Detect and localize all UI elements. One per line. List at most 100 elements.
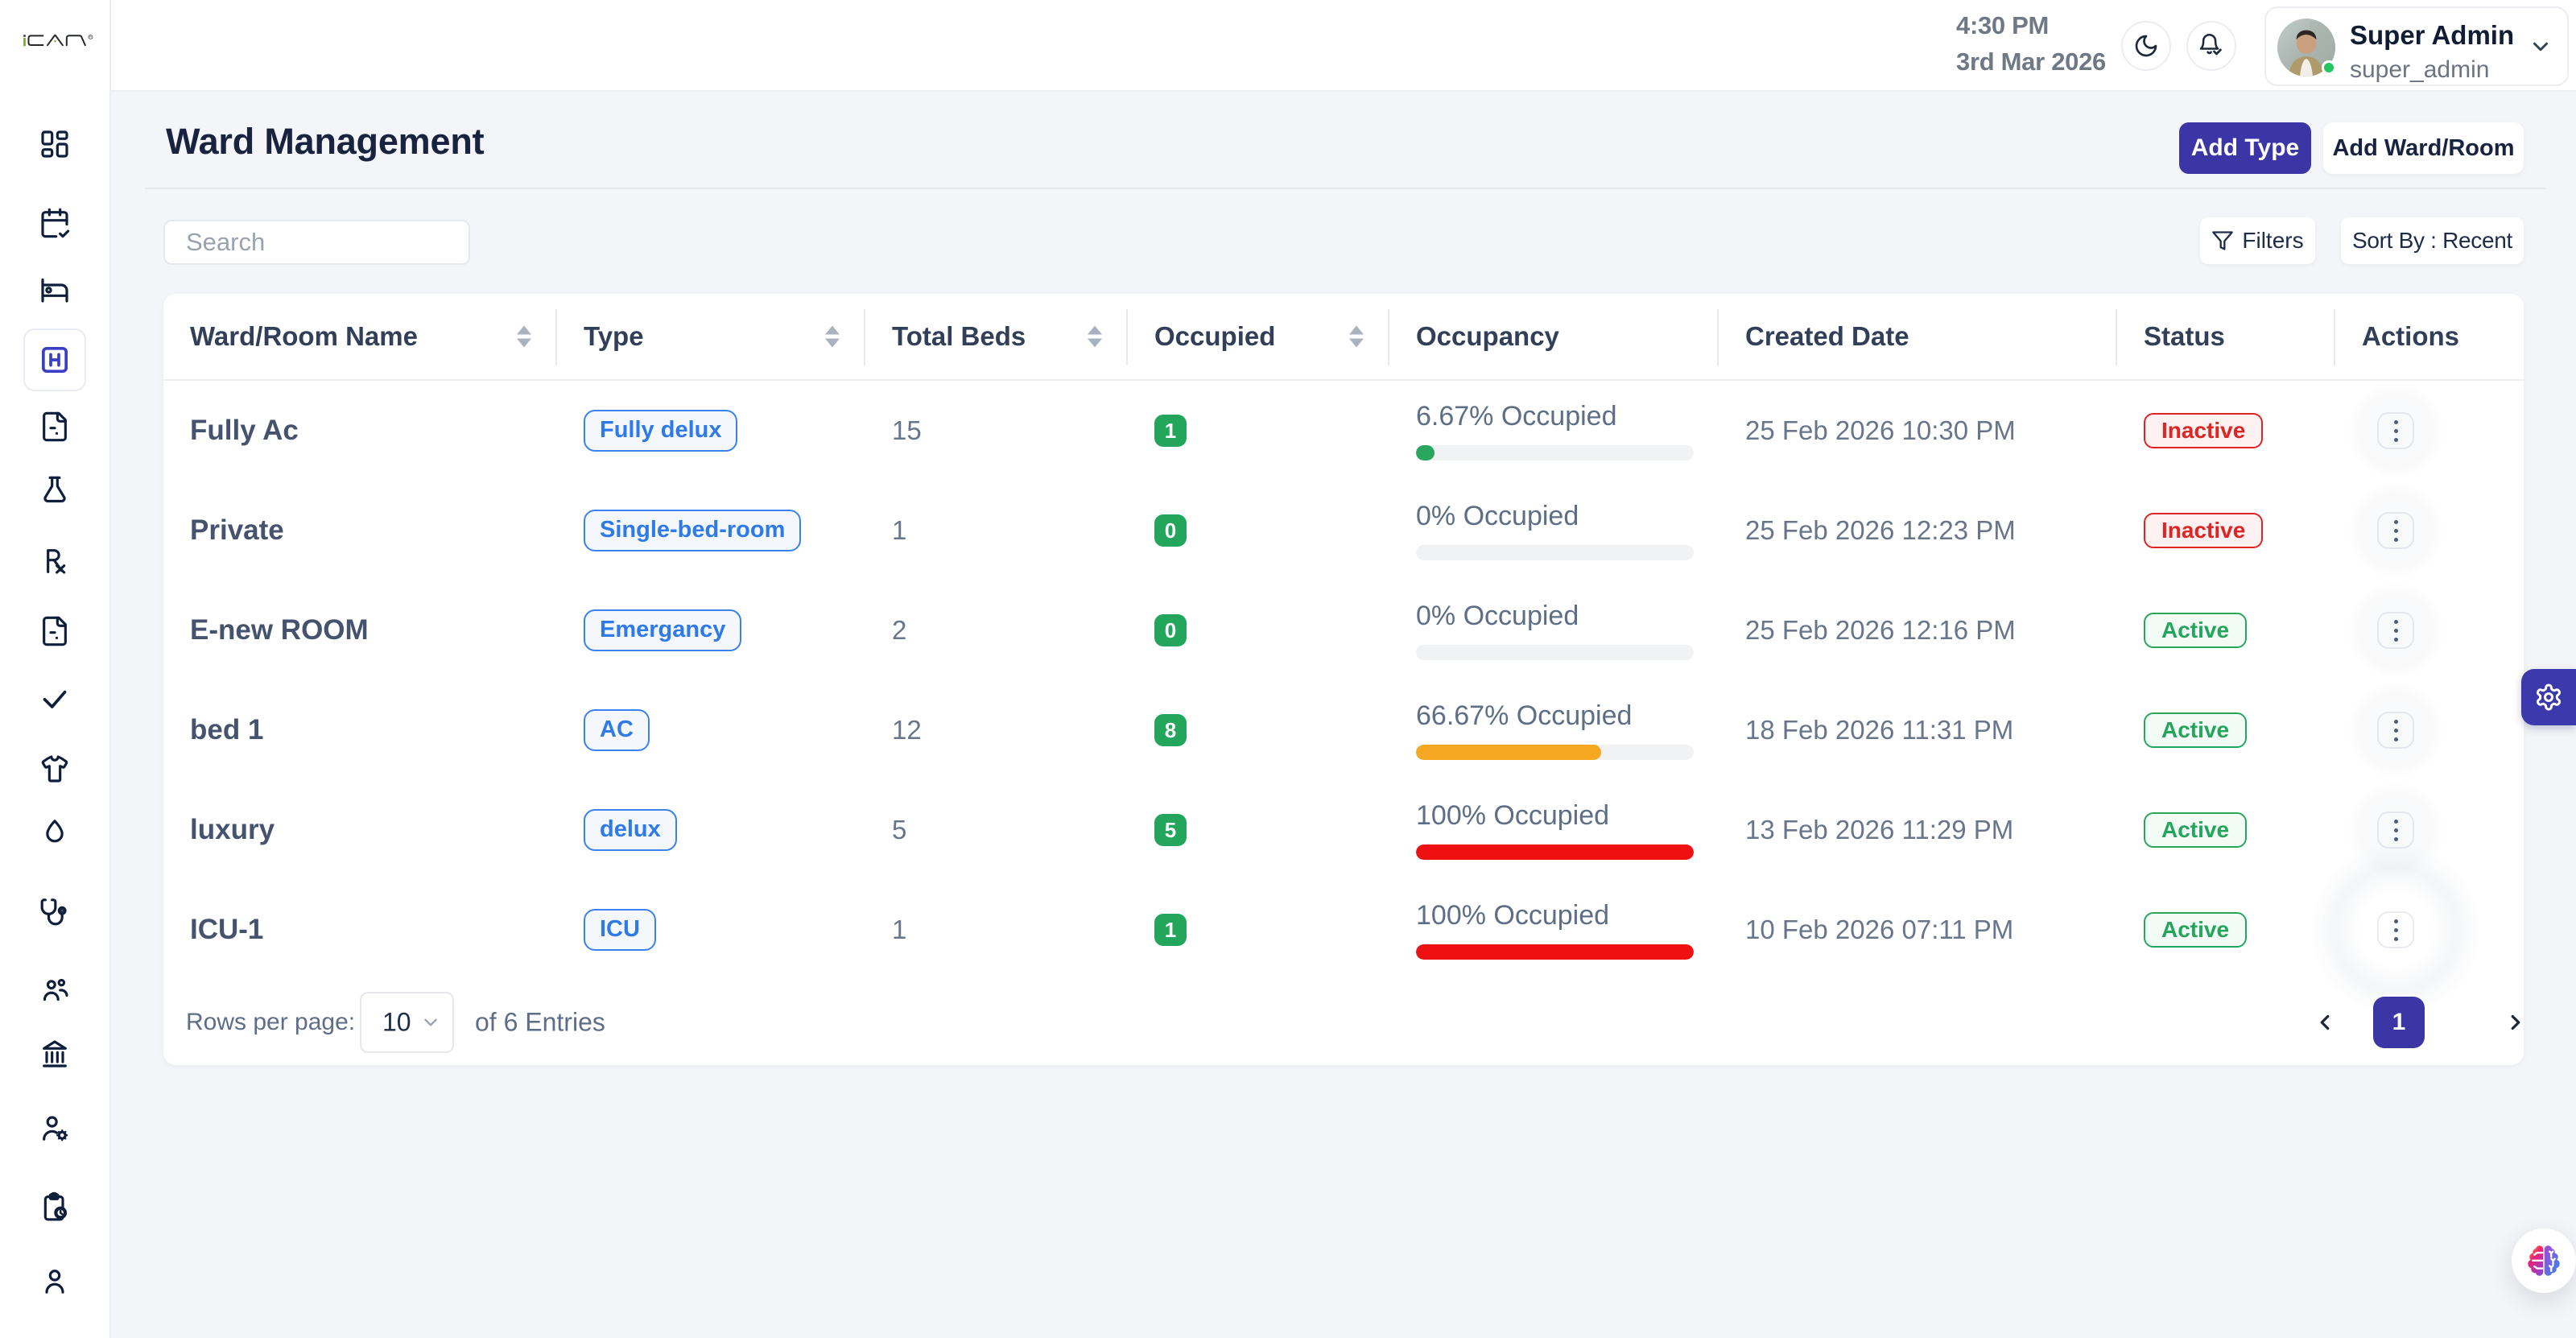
prescription-icon <box>39 545 71 577</box>
droplet-icon <box>39 816 71 849</box>
dark-mode-button[interactable] <box>2121 21 2171 71</box>
chevron-right-icon <box>2504 1010 2528 1034</box>
page-number-button[interactable]: 1 <box>2373 997 2425 1048</box>
bed-icon <box>39 273 71 305</box>
table-row[interactable]: ICU-1 ICU 1 1 100% Occupied 10 Feb 2026 … <box>163 880 2524 980</box>
flask-icon <box>39 475 71 507</box>
cell-actions <box>2335 911 2524 948</box>
type-pill: AC <box>584 709 650 750</box>
filters-button[interactable]: Filters <box>2200 217 2315 264</box>
table-body: Fully Ac Fully delux 15 1 6.67% Occupied… <box>163 381 2524 980</box>
row-actions-button[interactable] <box>2377 412 2414 449</box>
hospital-icon <box>39 344 71 376</box>
row-actions-button[interactable] <box>2377 911 2414 948</box>
add-type-button[interactable]: Add Type <box>2179 122 2311 174</box>
stethoscope-icon <box>39 895 71 927</box>
column-header-type[interactable]: Type <box>557 294 865 379</box>
occupied-count-badge: 1 <box>1154 415 1187 447</box>
cell-ward-name: Private <box>163 514 557 547</box>
filters-label: Filters <box>2242 228 2303 254</box>
brain-icon <box>2526 1243 2562 1278</box>
occupancy-progressbar <box>1416 944 1694 960</box>
search-input[interactable] <box>165 221 469 263</box>
sidebar-item-calendar-check[interactable] <box>23 192 86 254</box>
cell-type: Single-bed-room <box>557 510 865 551</box>
type-pill: ICU <box>584 909 656 950</box>
sidebar-item-bed[interactable] <box>23 258 86 320</box>
status-badge: Inactive <box>2144 413 2263 448</box>
sidebar-item-check[interactable] <box>23 667 86 730</box>
sidebar-item-user-cog[interactable] <box>23 1096 86 1159</box>
user-cog-icon <box>39 1112 71 1144</box>
row-actions-button[interactable] <box>2377 512 2414 549</box>
sort-icon <box>1088 326 1102 348</box>
occupancy-label: 66.67% Occupied <box>1416 700 1632 732</box>
sidebar-item-stethoscope[interactable] <box>23 880 86 943</box>
shirt-icon <box>39 753 71 785</box>
sidebar-item-users[interactable] <box>23 958 86 1021</box>
user-menu[interactable]: Super Admin super_admin <box>2264 6 2569 86</box>
cell-status: Inactive <box>2117 513 2335 548</box>
sidebar-item-dashboard[interactable] <box>23 113 86 176</box>
status-badge: Inactive <box>2144 513 2263 548</box>
cell-created-date: 25 Feb 2026 12:16 PM <box>1719 615 2117 646</box>
cell-ward-name: bed 1 <box>163 714 557 746</box>
cell-actions <box>2335 512 2524 549</box>
next-page-button[interactable] <box>2497 1004 2534 1041</box>
file-text-icon <box>39 615 71 647</box>
table-row[interactable]: luxury delux 5 5 100% Occupied 13 Feb 20… <box>163 780 2524 880</box>
sidebar-item-file-text[interactable] <box>23 600 86 663</box>
cell-total-beds: 2 <box>865 615 1128 646</box>
cell-total-beds: 15 <box>865 415 1128 446</box>
table-header-row: Ward/Room NameTypeTotal BedsOccupiedOccu… <box>163 294 2524 381</box>
table-row[interactable]: bed 1 AC 12 8 66.67% Occupied 18 Feb 202… <box>163 680 2524 780</box>
status-badge: Active <box>2144 613 2247 648</box>
cell-type: Fully delux <box>557 410 865 451</box>
occupancy-label: 0% Occupied <box>1416 601 1579 632</box>
cell-occupied: 1 <box>1128 914 1389 946</box>
sidebar-item-flask[interactable] <box>23 460 86 522</box>
sidebar-item-prescription[interactable] <box>23 530 86 593</box>
sort-by-button[interactable]: Sort By : Recent <box>2341 217 2524 264</box>
sidebar-item-user[interactable] <box>23 1249 86 1312</box>
row-actions-button[interactable] <box>2377 712 2414 749</box>
cell-created-date: 10 Feb 2026 07:11 PM <box>1719 915 2117 945</box>
sidebar-item-file-text[interactable] <box>23 395 86 458</box>
cell-occupied: 0 <box>1128 514 1389 547</box>
cell-actions <box>2335 612 2524 649</box>
type-pill: Fully delux <box>584 410 737 451</box>
sidebar-item-landmark[interactable] <box>23 1022 86 1085</box>
add-ward-room-button[interactable]: Add Ward/Room <box>2323 122 2524 174</box>
sidebar-item-droplet[interactable] <box>23 801 86 864</box>
settings-fab[interactable] <box>2521 669 2576 725</box>
sidebar-item-hospital-active[interactable] <box>23 328 86 391</box>
occupancy-progressbar <box>1416 545 1694 560</box>
chevron-down-icon <box>420 1012 441 1033</box>
status-badge: Active <box>2144 712 2247 748</box>
cell-total-beds: 12 <box>865 715 1128 745</box>
dashboard-icon <box>39 128 71 160</box>
column-header-total-beds[interactable]: Total Beds <box>865 294 1128 379</box>
previous-page-button[interactable] <box>2306 1004 2343 1041</box>
row-actions-button[interactable] <box>2377 612 2414 649</box>
cell-status: Active <box>2117 812 2335 848</box>
sidebar-item-shirt[interactable] <box>23 737 86 800</box>
cell-actions <box>2335 811 2524 849</box>
occupancy-progressbar <box>1416 645 1694 660</box>
clipboard-clock-icon <box>39 1191 71 1223</box>
occupancy-progressbar <box>1416 845 1694 860</box>
rows-per-page-select[interactable]: 10 <box>360 992 454 1053</box>
row-actions-button[interactable] <box>2377 811 2414 849</box>
page-title: Ward Management <box>166 121 484 163</box>
cell-status: Active <box>2117 912 2335 948</box>
table-row[interactable]: E-new ROOM Emergancy 2 0 0% Occupied 25 … <box>163 580 2524 680</box>
column-header-ward-room-name[interactable]: Ward/Room Name <box>163 294 557 379</box>
cell-occupancy: 6.67% Occupied <box>1389 401 1719 460</box>
table-row[interactable]: Fully Ac Fully delux 15 1 6.67% Occupied… <box>163 381 2524 481</box>
ai-assistant-fab[interactable] <box>2512 1229 2576 1293</box>
notifications-button[interactable] <box>2186 21 2236 71</box>
table-row[interactable]: Private Single-bed-room 1 0 0% Occupied … <box>163 481 2524 580</box>
sidebar-item-clipboard-clock[interactable] <box>23 1175 86 1238</box>
column-header-occupied[interactable]: Occupied <box>1128 294 1389 379</box>
cell-status: Active <box>2117 613 2335 648</box>
